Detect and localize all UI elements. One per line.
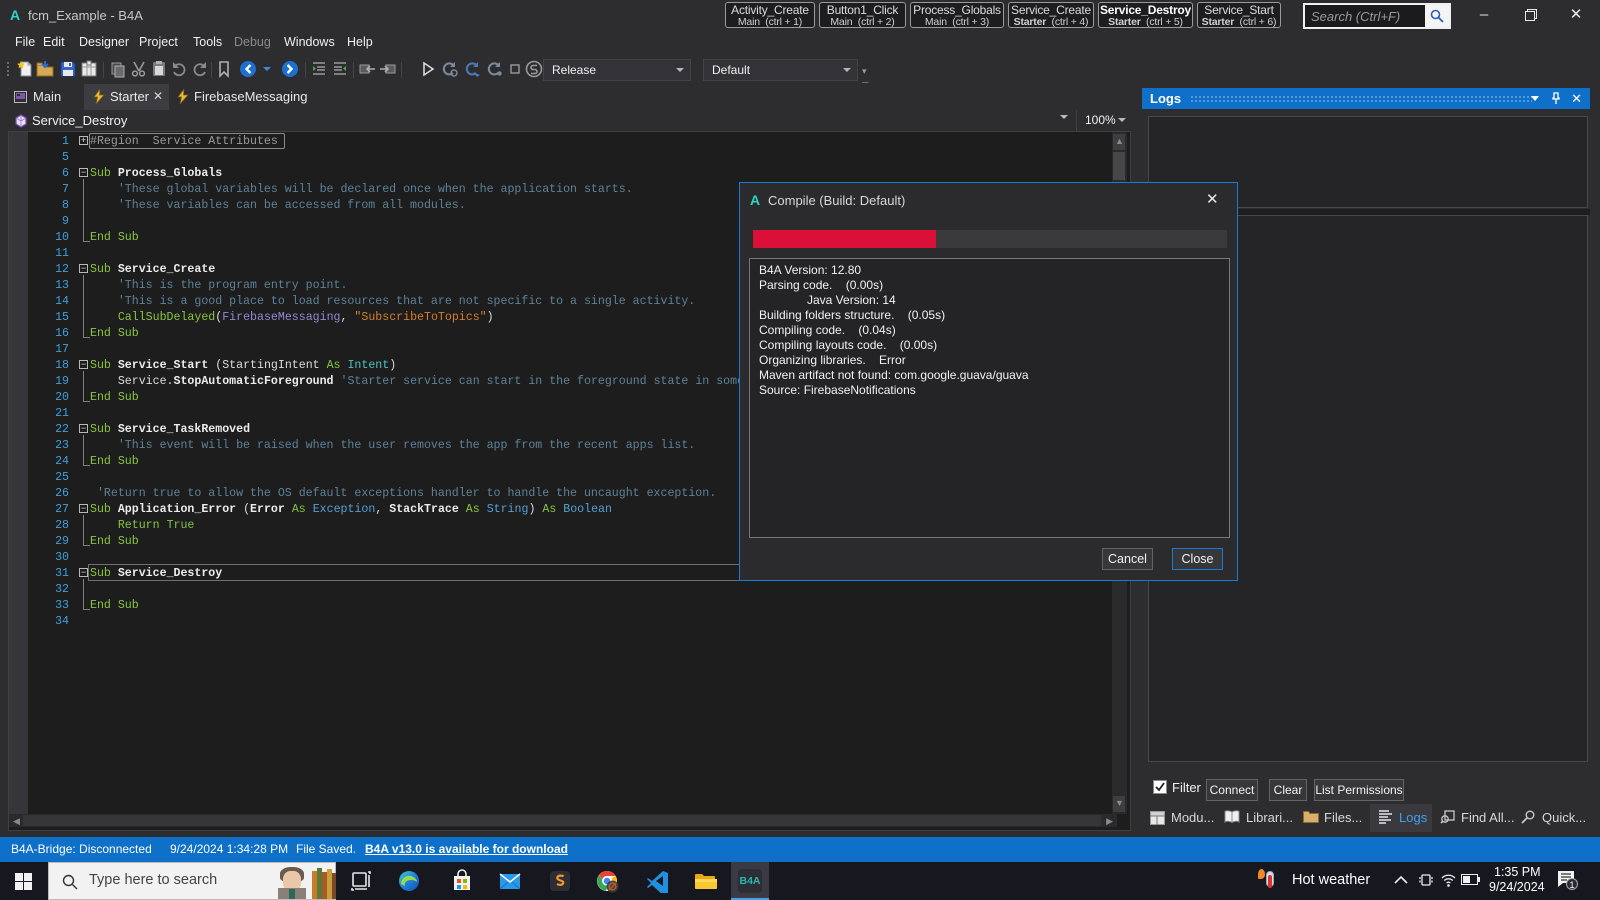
svg-text:1: 1 [1569, 880, 1574, 890]
